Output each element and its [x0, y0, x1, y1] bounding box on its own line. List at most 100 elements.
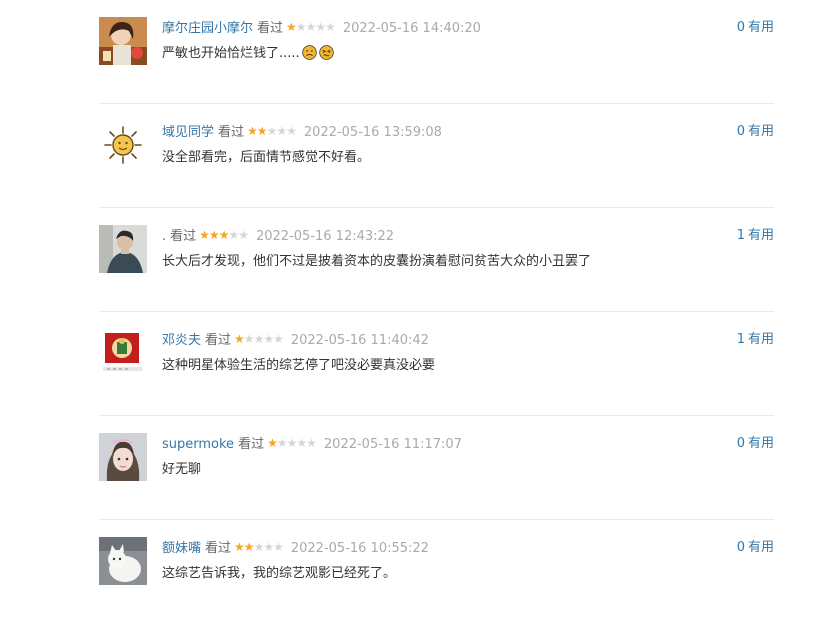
comment-text-body: 这综艺告诉我，我的综艺观影已经死了。 [162, 566, 397, 581]
username-link[interactable]: supermoke [162, 437, 234, 452]
comment-text-body: 好无聊 [162, 462, 202, 477]
rating-stars: ★★★★★ [247, 122, 297, 140]
avatar[interactable] [99, 225, 147, 273]
vote-area: 1 有用 [737, 331, 774, 349]
comment-text: 没全部看完，后面情节感觉不好看。 [162, 148, 370, 168]
vote-area: 0 有用 [737, 19, 774, 37]
username-link[interactable]: 摩尔庄园小摩尔 [162, 21, 253, 36]
useful-button[interactable]: 有用 [748, 20, 774, 35]
avatar[interactable] [99, 17, 147, 65]
comment-time: 2022-05-16 12:43:22 [255, 229, 395, 244]
watched-status: 看过 [218, 125, 245, 140]
star-filled-icon: ★ [247, 124, 258, 138]
avatar[interactable] [99, 329, 147, 377]
comment-time: 2022-05-16 11:17:07 [323, 437, 462, 452]
star-empty-icon: ★ [243, 332, 255, 346]
comment-text: 好无聊 [162, 460, 201, 480]
star-empty-icon: ★ [276, 124, 287, 138]
vote-area: 0 有用 [737, 123, 774, 141]
star-filled-icon: ★ [234, 540, 245, 554]
star-filled-icon: ★ [256, 124, 268, 138]
comment-time: 2022-05-16 10:55:22 [290, 541, 429, 556]
comment-info: . 看过 ★★★★★ 2022-05-16 12:43:22 [162, 227, 394, 246]
star-empty-icon: ★ [253, 540, 265, 554]
comment-text-body: 没全部看完，后面情节感觉不好看。 [162, 150, 371, 165]
comment-info: 摩尔庄园小摩尔 看过 ★★★★★ 2022-05-16 14:40:20 [162, 19, 481, 38]
comment-info: 邓炎夫 看过 ★★★★★ 2022-05-16 11:40:42 [162, 331, 429, 350]
star-empty-icon: ★ [276, 436, 288, 450]
comment-text-body: 这种明星体验生活的综艺停了吧没必要真没必要 [162, 358, 436, 373]
star-empty-icon: ★ [266, 124, 278, 138]
vote-count: 1 [736, 228, 745, 243]
comment-time: 2022-05-16 13:59:08 [303, 125, 442, 140]
comment-text-body: 长大后才发现，他们不过是披着资本的皮囊扮演着慰问贫苦大众的小丑罢了 [162, 254, 592, 269]
vote-count: 0 [736, 124, 745, 139]
star-empty-icon: ★ [273, 332, 284, 346]
rating-stars: ★★★★★ [199, 226, 249, 244]
vote-count: 0 [736, 436, 745, 451]
useful-button[interactable]: 有用 [748, 436, 774, 451]
comment-time: 2022-05-16 14:40:20 [342, 21, 481, 36]
useful-button[interactable]: 有用 [748, 228, 774, 243]
vote-count: 1 [736, 332, 745, 347]
comment-text: 这种明星体验生活的综艺停了吧没必要真没必要 [162, 356, 435, 376]
watched-status: 看过 [170, 229, 197, 244]
star-empty-icon: ★ [296, 436, 307, 450]
comment-info: 域见同学 看过 ★★★★★ 2022-05-16 13:59:08 [162, 123, 442, 142]
watched-status: 看过 [238, 437, 265, 452]
star-empty-icon: ★ [305, 20, 317, 34]
username-link[interactable]: 邓炎夫 [162, 333, 201, 348]
comment-item: . 看过 ★★★★★ 2022-05-16 12:43:22 1 有用 长大后才发现，他… [99, 208, 774, 312]
star-filled-icon: ★ [218, 228, 230, 242]
username-link[interactable]: . [162, 229, 166, 244]
star-filled-icon: ★ [267, 436, 278, 450]
star-empty-icon: ★ [306, 436, 317, 450]
username-link[interactable]: 额妹嘴 [162, 541, 201, 556]
avatar[interactable] [99, 433, 147, 481]
comment-item: 邓炎夫 看过 ★★★★★ 2022-05-16 11:40:42 1 有用 这种明星体验… [99, 312, 774, 416]
watched-status: 看过 [205, 541, 232, 556]
watched-status: 看过 [257, 21, 284, 36]
vote-area: 0 有用 [737, 435, 774, 453]
star-empty-icon: ★ [253, 332, 265, 346]
comment-time: 2022-05-16 11:40:42 [290, 333, 429, 348]
star-empty-icon: ★ [286, 436, 298, 450]
useful-button[interactable]: 有用 [748, 540, 774, 555]
rating-stars: ★★★★★ [234, 330, 284, 348]
vote-area: 0 有用 [737, 539, 774, 557]
comment-item: 摩尔庄园小摩尔 看过 ★★★★★ 2022-05-16 14:40:20 0 有用 严敏… [99, 0, 774, 104]
star-empty-icon: ★ [315, 20, 326, 34]
star-filled-icon: ★ [234, 332, 245, 346]
watched-status: 看过 [205, 333, 232, 348]
star-empty-icon: ★ [238, 228, 249, 242]
star-empty-icon: ★ [263, 332, 274, 346]
star-filled-icon: ★ [286, 20, 297, 34]
star-empty-icon: ★ [273, 540, 284, 554]
comment-item: 额妹嘴 看过 ★★★★★ 2022-05-16 10:55:22 0 有用 这综艺告诉我… [99, 520, 774, 624]
vote-count: 0 [736, 540, 745, 555]
avatar[interactable] [99, 537, 147, 585]
star-empty-icon: ★ [295, 20, 307, 34]
comment-item: supermoke 看过 ★★★★★ 2022-05-16 11:17:07 0 有用 … [99, 416, 774, 520]
vote-area: 1 有用 [737, 227, 774, 245]
avatar[interactable] [99, 121, 147, 169]
comment-text-body: 严敏也开始恰烂钱了..... [162, 46, 300, 61]
star-empty-icon: ★ [325, 20, 336, 34]
username-link[interactable]: 域见同学 [162, 125, 214, 140]
frowning-face-icon [301, 45, 317, 60]
comment-item: 域见同学 看过 ★★★★★ 2022-05-16 13:59:08 0 有用 没全部看完… [99, 104, 774, 208]
useful-button[interactable]: 有用 [748, 124, 774, 139]
useful-button[interactable]: 有用 [748, 332, 774, 347]
vote-count: 0 [736, 20, 745, 35]
star-empty-icon: ★ [263, 540, 274, 554]
rating-stars: ★★★★★ [286, 18, 336, 36]
comment-info: 额妹嘴 看过 ★★★★★ 2022-05-16 10:55:22 [162, 539, 429, 558]
rating-stars: ★★★★★ [234, 538, 284, 556]
star-empty-icon: ★ [286, 124, 297, 138]
persevering-face-icon [318, 45, 334, 60]
star-filled-icon: ★ [243, 540, 255, 554]
star-empty-icon: ★ [228, 228, 239, 242]
comment-text: 长大后才发现，他们不过是披着资本的皮囊扮演着慰问贫苦大众的小丑罢了 [162, 252, 591, 272]
star-filled-icon: ★ [208, 228, 220, 242]
comment-text: 严敏也开始恰烂钱了..... [162, 44, 334, 64]
